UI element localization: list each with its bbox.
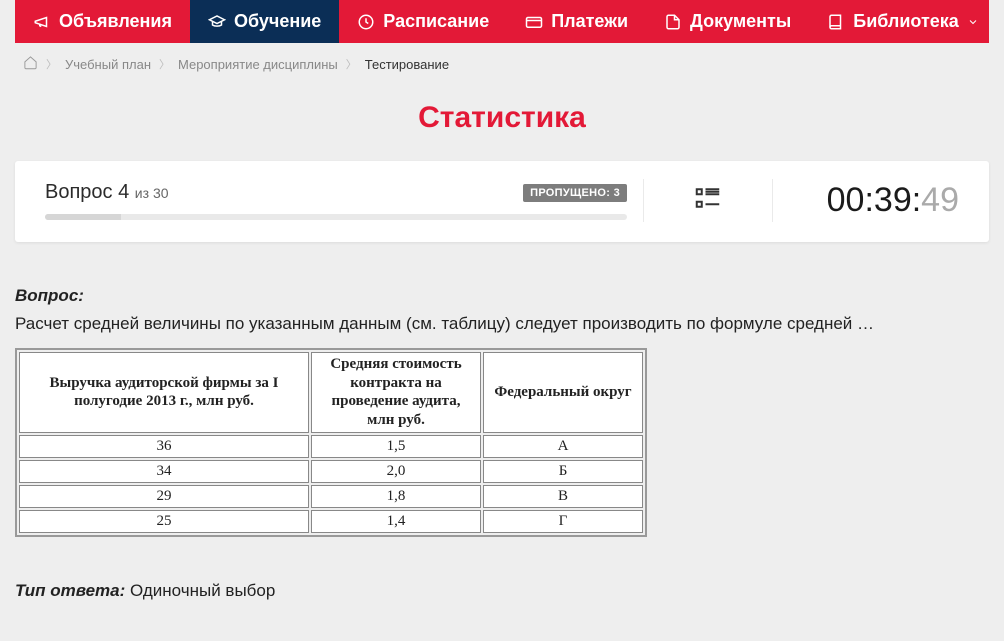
table-header: Средняя стоимость контракта на проведени… [311,352,481,433]
question-block: Вопрос: Расчет средней величины по указа… [15,286,989,601]
table-header: Выручка аудиторской фирмы за I полугодие… [19,352,309,433]
nav-announcements[interactable]: Объявления [15,0,190,43]
table-header: Федеральный округ [483,352,643,433]
question-counter: Вопрос 4 из 30 [45,181,169,204]
progress-bar [45,214,627,220]
graduation-cap-icon [208,13,226,31]
question-list-icon[interactable] [693,183,723,218]
nav-documents[interactable]: Документы [646,0,809,43]
chevron-right-icon: 〉 [159,56,170,72]
megaphone-icon [33,13,51,31]
nav-library[interactable]: Библиотека [809,0,997,43]
table-header-row: Выручка аудиторской фирмы за I полугодие… [19,352,643,433]
nav-label: Расписание [383,11,489,32]
home-icon[interactable] [23,55,38,73]
skipped-badge: ПРОПУЩЕНО: 3 [523,184,627,202]
breadcrumb: 〉 Учебный план 〉 Мероприятие дисциплины … [15,43,989,83]
table-row: 25 1,4 Г [19,510,643,533]
breadcrumb-link[interactable]: Мероприятие дисциплины [178,57,338,72]
nav-label: Библиотека [853,11,959,32]
answer-type-label: Тип ответа: [15,581,125,600]
timer: 00:39:49 [789,181,959,220]
nav-label: Объявления [59,11,172,32]
nav-label: Обучение [234,11,321,32]
book-icon [827,13,845,31]
answer-type: Тип ответа: Одиночный выбор [15,581,989,601]
credit-card-icon [525,13,543,31]
table-row: 34 2,0 Б [19,460,643,483]
nav-payments[interactable]: Платежи [507,0,646,43]
nav-label: Документы [690,11,791,32]
clock-icon [357,13,375,31]
question-text: Расчет средней величины по указанным дан… [15,312,989,336]
nav-schedule[interactable]: Расписание [339,0,507,43]
page-title: Статистика [15,101,989,135]
chevron-right-icon: 〉 [346,56,357,72]
table-row: 36 1,5 А [19,435,643,458]
table-row: 29 1,8 В [19,485,643,508]
nav-education[interactable]: Обучение [190,0,339,43]
chevron-down-icon [967,16,979,28]
file-icon [664,13,682,31]
main-navbar: Объявления Обучение Расписание Платежи Д… [15,0,989,43]
chevron-right-icon: 〉 [46,56,57,72]
breadcrumb-current: Тестирование [365,57,449,72]
breadcrumb-link[interactable]: Учебный план [65,57,151,72]
nav-label: Платежи [551,11,628,32]
question-table: Выручка аудиторской фирмы за I полугодие… [15,348,647,537]
answer-type-value: Одиночный выбор [130,581,275,600]
question-label: Вопрос: [15,286,989,306]
status-card: Вопрос 4 из 30 ПРОПУЩЕНО: 3 [15,161,989,242]
